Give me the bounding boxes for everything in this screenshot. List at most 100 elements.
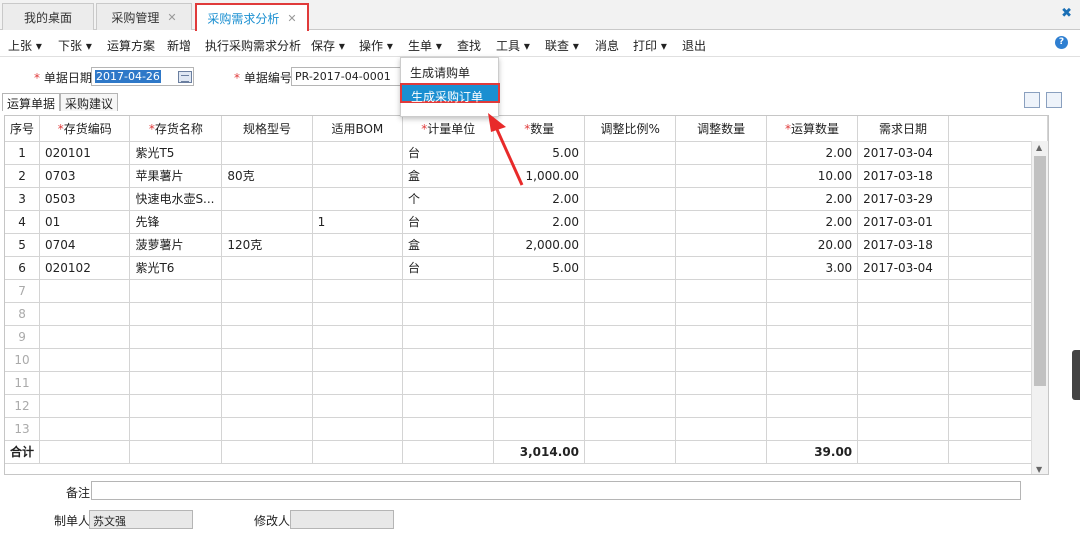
cell-bom[interactable]	[312, 417, 404, 441]
cell-unit[interactable]	[402, 371, 495, 395]
table-row[interactable]: 10	[5, 348, 1048, 372]
cell-name[interactable]: 紫光T5	[129, 141, 223, 165]
print-menu[interactable]: 打印 ▾	[633, 37, 667, 54]
exit-button[interactable]: 退出	[682, 37, 706, 54]
cell-date[interactable]	[857, 348, 949, 372]
cell-no[interactable]: 11	[5, 371, 41, 395]
close-icon[interactable]: ✕	[287, 12, 296, 25]
tab-purchase-management[interactable]: 采购管理 ✕	[96, 3, 192, 30]
tools-menu[interactable]: 工具 ▾	[496, 37, 530, 54]
cell-ratio[interactable]	[584, 141, 677, 165]
cell-calc[interactable]	[766, 348, 859, 372]
table-row[interactable]: 7	[5, 279, 1048, 303]
cell-ratio[interactable]	[584, 302, 677, 326]
next-sheet-button[interactable]: 下张 ▾	[58, 37, 92, 54]
cell-spec[interactable]	[221, 348, 313, 372]
cell-bom[interactable]	[312, 371, 404, 395]
scroll-down-icon[interactable]: ▼	[1036, 465, 1042, 474]
cell-name[interactable]	[129, 394, 223, 418]
cell-adj[interactable]	[675, 371, 767, 395]
cell-ratio[interactable]	[584, 417, 677, 441]
cell-calc[interactable]	[766, 371, 859, 395]
cell-ratio[interactable]	[584, 164, 677, 188]
cell-bom[interactable]	[312, 187, 404, 211]
cell-unit[interactable]	[402, 348, 495, 372]
cell-qty[interactable]: 2,000.00	[493, 233, 585, 257]
cell-ratio[interactable]	[584, 348, 677, 372]
cell-spec[interactable]: 80克	[221, 164, 313, 188]
cell-name[interactable]: 苹果薯片	[129, 164, 223, 188]
cell-qty[interactable]	[493, 302, 585, 326]
tab-desktop[interactable]: 我的桌面	[2, 3, 94, 30]
cell-adj[interactable]	[675, 210, 767, 234]
cell-no[interactable]: 4	[5, 210, 41, 234]
cell-adj[interactable]	[675, 187, 767, 211]
link-query-menu[interactable]: 联查 ▾	[545, 37, 579, 54]
cell-name[interactable]: 紫光T6	[129, 256, 223, 280]
cell-code[interactable]: 0503	[39, 187, 131, 211]
cell-ratio[interactable]	[584, 256, 677, 280]
scroll-thumb[interactable]	[1034, 156, 1046, 386]
cell-name[interactable]: 菠萝薯片	[129, 233, 223, 257]
cell-code[interactable]	[39, 348, 131, 372]
cell-unit[interactable]: 台	[402, 210, 495, 234]
cell-ratio[interactable]	[584, 279, 677, 303]
cell-date[interactable]	[857, 394, 949, 418]
cell-qty[interactable]: 2.00	[493, 210, 585, 234]
find-button[interactable]: 查找	[457, 37, 481, 54]
code-field[interactable]: PR-2017-04-0001	[291, 67, 401, 86]
cell-bom[interactable]	[312, 233, 404, 257]
note-input[interactable]	[91, 481, 1021, 500]
cell-bom[interactable]	[312, 279, 404, 303]
cell-code[interactable]	[39, 325, 131, 349]
table-row[interactable]: 5 0704 菠萝薯片 120克 盒 2,000.00 20.00 2017-03-18	[5, 233, 1048, 257]
cell-unit[interactable]: 盒	[402, 233, 495, 257]
cell-date[interactable]	[857, 279, 949, 303]
cell-no[interactable]: 3	[5, 187, 41, 211]
cell-qty[interactable]	[493, 348, 585, 372]
cell-no[interactable]: 1	[5, 141, 41, 165]
table-row[interactable]: 8	[5, 302, 1048, 326]
cell-qty[interactable]	[493, 417, 585, 441]
cell-code[interactable]: 020101	[39, 141, 131, 165]
cell-qty[interactable]	[493, 279, 585, 303]
prev-sheet-button[interactable]: 上张 ▾	[8, 37, 42, 54]
cell-date[interactable]	[857, 417, 949, 441]
cell-ratio[interactable]	[584, 233, 677, 257]
cell-spec[interactable]	[221, 394, 313, 418]
cell-date[interactable]: 2017-03-29	[857, 187, 949, 211]
cell-qty[interactable]: 5.00	[493, 256, 585, 280]
cell-date[interactable]: 2017-03-18	[857, 233, 949, 257]
cell-no[interactable]: 12	[5, 394, 41, 418]
cell-name[interactable]: 快速电水壶S...	[129, 187, 223, 211]
cell-calc[interactable]: 3.00	[766, 256, 859, 280]
cell-calc[interactable]	[766, 325, 859, 349]
cell-qty[interactable]: 2.00	[493, 187, 585, 211]
cell-unit[interactable]	[402, 279, 495, 303]
message-button[interactable]: 消息	[595, 37, 619, 54]
cell-no[interactable]: 5	[5, 233, 41, 257]
cell-spec[interactable]	[221, 256, 313, 280]
cell-spec[interactable]	[221, 279, 313, 303]
cell-no[interactable]: 6	[5, 256, 41, 280]
side-handle[interactable]	[1072, 350, 1080, 400]
cell-calc[interactable]: 20.00	[766, 233, 859, 257]
cell-name[interactable]	[129, 417, 223, 441]
cell-adj[interactable]	[675, 164, 767, 188]
cell-date[interactable]	[857, 325, 949, 349]
table-row[interactable]: 11	[5, 371, 1048, 395]
cell-code[interactable]: 01	[39, 210, 131, 234]
cell-bom[interactable]	[312, 325, 404, 349]
cell-spec[interactable]	[221, 141, 313, 165]
table-row[interactable]: 3 0503 快速电水壶S... 个 2.00 2.00 2017-03-29	[5, 187, 1048, 211]
column-header[interactable]: 调整比例%	[584, 116, 677, 142]
cell-ratio[interactable]	[584, 187, 677, 211]
cell-qty[interactable]	[493, 371, 585, 395]
cell-bom[interactable]	[312, 141, 404, 165]
column-header[interactable]: *存货编码	[39, 116, 131, 142]
table-row[interactable]: 12	[5, 394, 1048, 418]
cell-calc[interactable]: 2.00	[766, 187, 859, 211]
column-header[interactable]: *运算数量	[766, 116, 859, 142]
cell-name[interactable]	[129, 371, 223, 395]
cell-code[interactable]: 020102	[39, 256, 131, 280]
